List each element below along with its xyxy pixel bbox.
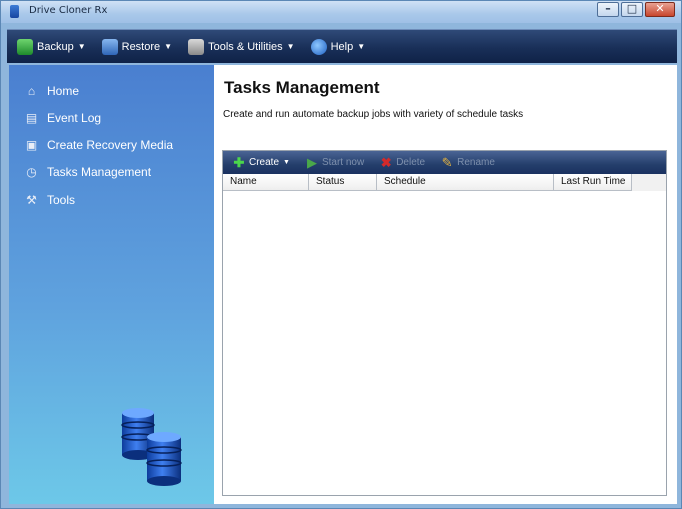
sidebar-item-create-recovery-media[interactable]: ▣ Create Recovery Media [25,138,173,152]
play-icon: ▶ [306,154,317,170]
menu-bar: Backup ▼ Restore ▼ Tools & Utilities ▼ H… [7,29,677,63]
sidebar-item-label: Home [47,84,80,98]
close-icon: ✕ [655,2,665,15]
restore-icon [101,38,118,55]
sidebar-item-home[interactable]: ⌂ Home [25,84,79,98]
create-label: Create [249,157,280,168]
tasks-panel: ✚ Create ▼ ▶ Start now ✖ Delete ✎ Rename [222,150,667,496]
start-now-button[interactable]: ▶ Start now [306,154,365,170]
main-content: Tasks Management Create and run automate… [214,65,677,504]
column-header-last-run-time[interactable]: Last Run Time [554,174,632,191]
database-icon [121,408,182,486]
column-header-status[interactable]: Status [309,174,377,191]
menu-restore-label: Restore [121,40,161,53]
window-controls: – □ ✕ [595,2,675,17]
sidebar-item-tasks-management[interactable]: ◷ Tasks Management [25,165,151,179]
table-header: Name Status Schedule Last Run Time [223,174,666,191]
title-bar[interactable]: Drive Cloner Rx – □ ✕ [1,1,681,23]
start-now-label: Start now [321,157,365,168]
tools-icon: ⚒ [26,192,37,207]
backup-icon [17,38,33,55]
chevron-down-icon: ▼ [286,42,295,51]
sidebar-item-label: Create Recovery Media [47,138,174,152]
delete-icon: ✖ [380,154,392,170]
menu-tools-label: Tools & Utilities [208,40,283,53]
create-button[interactable]: ✚ Create ▼ [233,154,290,170]
minimize-icon: – [605,2,611,15]
chevron-down-icon: ▼ [164,42,173,51]
maximize-icon: □ [626,2,638,15]
tools-icon [188,38,205,55]
plus-icon: ✚ [233,154,245,170]
menu-help[interactable]: Help ▼ [310,38,366,55]
chevron-down-icon: ▼ [357,42,366,51]
help-icon [310,38,327,55]
app-window: Drive Cloner Rx – □ ✕ Backup ▼ Restore ▼… [0,0,682,509]
close-button[interactable]: ✕ [645,2,675,17]
sidebar-item-event-log[interactable]: ▤ Event Log [25,111,101,125]
sidebar-item-label: Tasks Management [47,165,152,179]
delete-button[interactable]: ✖ Delete [380,154,426,170]
home-icon: ⌂ [27,83,36,98]
tasks-toolbar: ✚ Create ▼ ▶ Start now ✖ Delete ✎ Rename [223,151,666,174]
chevron-down-icon: ▼ [77,42,86,51]
delete-label: Delete [396,157,426,168]
menu-backup[interactable]: Backup ▼ [17,38,86,55]
minimize-button[interactable]: – [597,2,619,17]
event-log-icon: ▤ [25,110,38,125]
page-title: Tasks Management [224,78,380,97]
menu-restore[interactable]: Restore ▼ [101,38,173,55]
sidebar-item-label: Event Log [47,111,102,125]
page-description: Create and run automate backup jobs with… [223,109,524,120]
column-header-filler [632,174,666,191]
pencil-icon: ✎ [441,154,453,170]
sidebar-item-tools[interactable]: ⚒ Tools [25,193,75,207]
chevron-down-icon: ▼ [283,159,290,166]
clock-icon: ◷ [26,164,37,179]
rename-label: Rename [457,157,495,168]
menu-tools-utilities[interactable]: Tools & Utilities ▼ [188,38,295,55]
sidebar-item-label: Tools [47,193,76,207]
maximize-button[interactable]: □ [621,2,643,17]
column-header-name[interactable]: Name [223,174,309,191]
menu-help-label: Help [330,40,354,53]
sidebar: ⌂ Home ▤ Event Log ▣ Create Recovery Med… [9,65,214,504]
app-icon [10,5,19,18]
window-title: Drive Cloner Rx [29,5,108,16]
recovery-media-icon: ▣ [25,137,38,152]
tasks-table-body[interactable] [223,192,666,495]
column-header-schedule[interactable]: Schedule [377,174,554,191]
rename-button[interactable]: ✎ Rename [441,154,495,170]
menu-backup-label: Backup [37,40,74,53]
